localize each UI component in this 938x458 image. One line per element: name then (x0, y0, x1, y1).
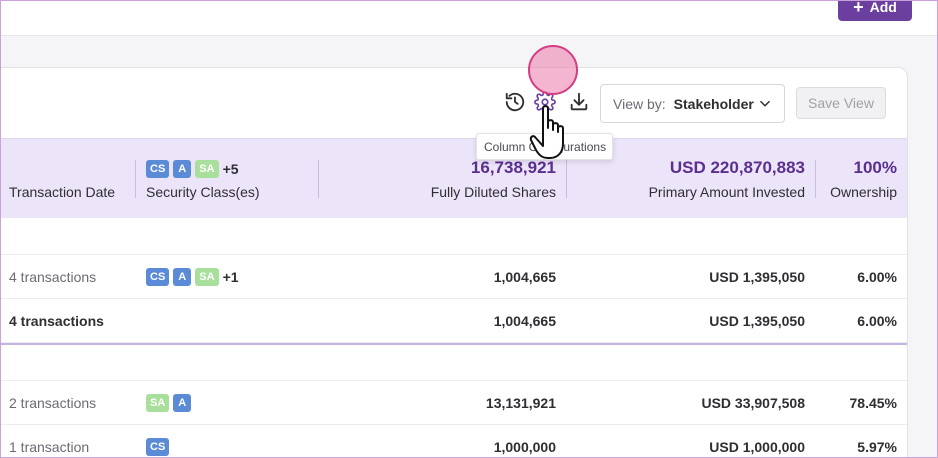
row-security-badges: CS A SA +1 (146, 255, 239, 299)
header-divider (815, 160, 816, 198)
badge-cs: CS (146, 160, 170, 178)
row-security-badges: CS (146, 425, 173, 458)
chevron-down-icon (760, 100, 770, 106)
table-row-subtotal[interactable]: 4 transactions 1,004,665 USD 1,395,050 6… (0, 299, 907, 343)
row-primary-amount: USD 1,395,050 (709, 269, 805, 285)
badge-sa: SA (195, 268, 219, 286)
badge-more-count: +5 (222, 161, 239, 177)
header-divider (318, 160, 319, 198)
add-button[interactable]: + Add (838, 0, 912, 21)
plus-icon: + (853, 0, 864, 17)
badge-sa: SA (195, 160, 219, 178)
row-ownership: 5.97% (857, 439, 897, 455)
row-primary-amount: USD 33,907,508 (701, 395, 805, 411)
badge-sa: SA (146, 394, 170, 412)
table-row[interactable]: 4 transactions CS A SA +1 1,004,665 USD … (0, 255, 907, 299)
group-row[interactable] (0, 345, 907, 381)
header-primary-amount-total: USD 220,870,883 (669, 158, 805, 177)
header-fully-diluted-shares[interactable]: Fully Diluted Shares (431, 184, 556, 200)
row-primary-amount: USD 1,395,050 (709, 313, 805, 329)
header-security-badges: CS A SA +5 (146, 160, 239, 178)
hand-cursor-icon (529, 105, 564, 159)
header-security-classes[interactable]: Security Class(es) (146, 184, 260, 200)
row-fully-diluted-shares: 1,000,000 (493, 439, 556, 455)
row-fully-diluted-shares: 1,004,665 (493, 313, 556, 329)
view-by-value: Stakeholder (673, 95, 754, 112)
group-row[interactable] (0, 218, 907, 255)
row-fully-diluted-shares: 1,004,665 (493, 269, 556, 285)
table-header: Transaction Date CS A SA +5 Security Cla… (0, 138, 907, 218)
header-divider (135, 160, 136, 198)
badge-cs: CS (146, 438, 170, 456)
badge-a: A (173, 268, 192, 286)
cap-table-card: View by: Stakeholder Save View Transacti… (0, 67, 908, 458)
row-ownership: 6.00% (857, 269, 897, 285)
header-ownership-total: 100% (853, 158, 897, 177)
row-transactions: 2 transactions (9, 395, 97, 411)
badge-cs: CS (146, 268, 170, 286)
add-button-label: Add (869, 0, 897, 15)
click-indicator (528, 45, 578, 95)
header-transaction-date[interactable]: Transaction Date (9, 184, 115, 200)
badge-more-count: +1 (222, 269, 239, 285)
row-transactions: 1 transaction (9, 439, 90, 455)
view-by-select[interactable]: View by: Stakeholder (600, 84, 785, 123)
header-primary-amount-invested[interactable]: Primary Amount Invested (649, 184, 805, 200)
badge-a: A (173, 160, 192, 178)
history-icon[interactable] (503, 90, 527, 114)
header-divider (566, 160, 567, 198)
save-view-button[interactable]: Save View (796, 87, 886, 119)
top-bar: + Add (0, 0, 938, 36)
table-row[interactable]: 2 transactions SA A 13,131,921 USD 33,90… (0, 381, 907, 425)
row-security-badges: SA A (146, 381, 195, 425)
header-ownership[interactable]: Ownership (830, 184, 897, 200)
row-primary-amount: USD 1,000,000 (709, 439, 805, 455)
row-ownership: 6.00% (857, 313, 897, 329)
row-fully-diluted-shares: 13,131,921 (485, 395, 556, 411)
row-transactions: 4 transactions (9, 269, 97, 285)
table-row[interactable]: 1 transaction CS 1,000,000 USD 1,000,000… (0, 425, 907, 458)
badge-a: A (173, 394, 192, 412)
view-by-label: View by: (613, 95, 666, 112)
row-ownership: 78.45% (849, 395, 897, 411)
row-transactions: 4 transactions (9, 313, 104, 329)
